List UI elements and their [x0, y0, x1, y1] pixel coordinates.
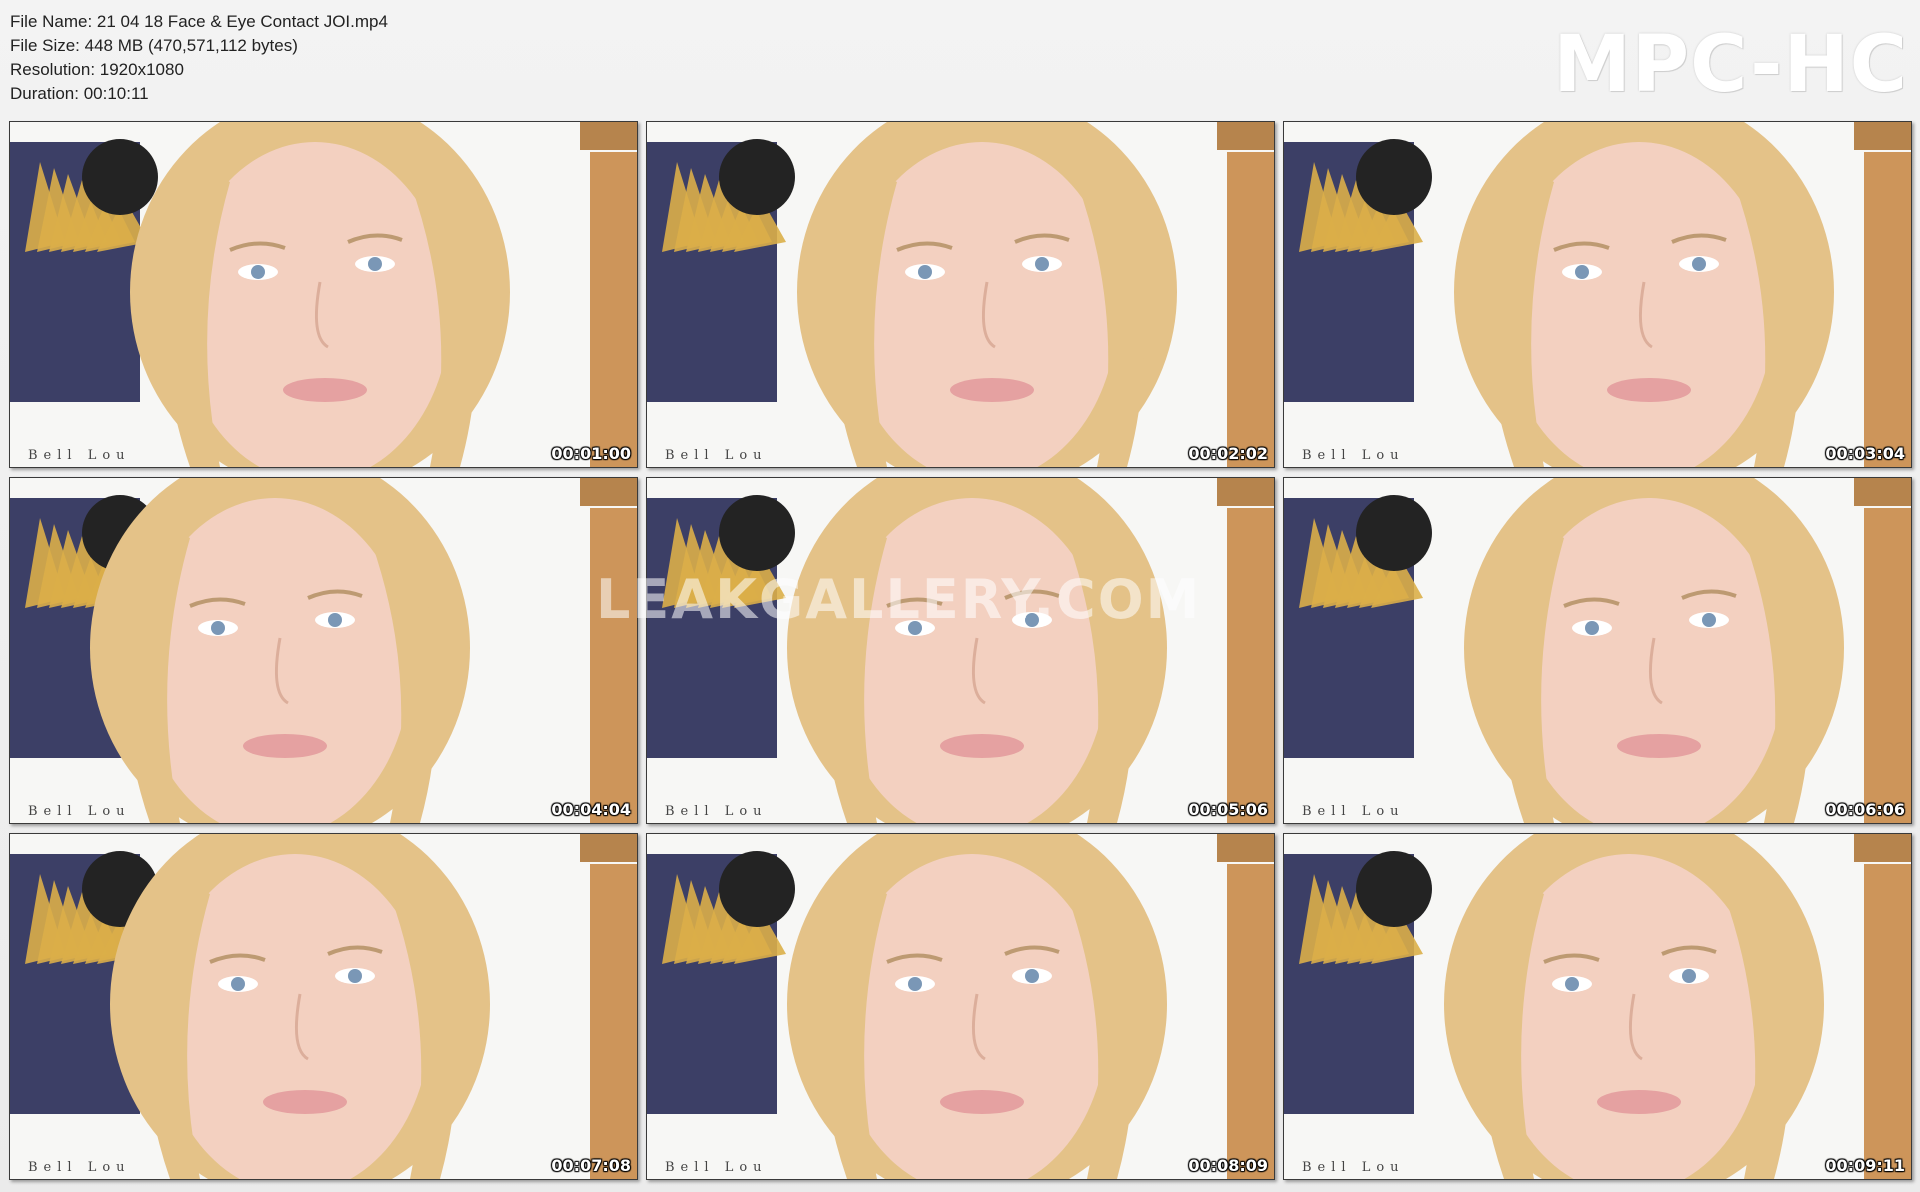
- file-size-line: File Size: 448 MB (470,571,112 bytes): [10, 36, 298, 55]
- brand-watermark: Bell Lou: [1302, 448, 1405, 463]
- thumbnail-7: Bell Lou 00:07:08: [9, 833, 638, 1180]
- thumbnail-6: Bell Lou 00:06:06: [1283, 477, 1912, 824]
- video-frame-image: [1284, 478, 1911, 823]
- timestamp-label: 00:09:11: [1825, 1156, 1905, 1175]
- thumbnail-1: Bell Lou 00:01:00: [9, 121, 638, 468]
- brand-watermark: Bell Lou: [28, 804, 131, 819]
- video-frame-image: [647, 478, 1274, 823]
- thumbnail-2: Bell Lou 00:02:02: [646, 121, 1275, 468]
- thumbnail-8: Bell Lou 00:08:09: [646, 833, 1275, 1180]
- file-name-line: File Name: 21 04 18 Face & Eye Contact J…: [10, 12, 388, 31]
- file-info-panel: File Name: 21 04 18 Face & Eye Contact J…: [10, 10, 388, 106]
- timestamp-label: 00:06:06: [1825, 800, 1905, 819]
- video-frame-image: [10, 834, 637, 1179]
- thumbnail-9: Bell Lou 00:09:11: [1283, 833, 1912, 1180]
- video-frame-image: [10, 122, 637, 467]
- brand-watermark: Bell Lou: [1302, 1160, 1405, 1175]
- video-frame-image: [1284, 834, 1911, 1179]
- duration-line: Duration: 00:10:11: [10, 84, 149, 103]
- timestamp-label: 00:02:02: [1188, 444, 1268, 463]
- thumbnail-4: Bell Lou 00:04:04: [9, 477, 638, 824]
- brand-watermark: Bell Lou: [665, 1160, 768, 1175]
- thumbnail-sheet: File Name: 21 04 18 Face & Eye Contact J…: [0, 0, 1920, 1192]
- brand-watermark: Bell Lou: [1302, 804, 1405, 819]
- timestamp-label: 00:08:09: [1188, 1156, 1268, 1175]
- brand-watermark: Bell Lou: [665, 804, 768, 819]
- brand-watermark: Bell Lou: [28, 448, 131, 463]
- timestamp-label: 00:07:08: [551, 1156, 631, 1175]
- timestamp-label: 00:05:06: [1188, 800, 1268, 819]
- mpc-hc-logo: MPC-HC: [1553, 20, 1908, 110]
- timestamp-label: 00:04:04: [551, 800, 631, 819]
- timestamp-label: 00:01:00: [551, 444, 631, 463]
- thumbnail-grid: Bell Lou 00:01:00 Bell Lou 00:02:02 Bell…: [9, 121, 1912, 1180]
- video-frame-image: [10, 478, 637, 823]
- thumbnail-5: Bell Lou 00:05:06: [646, 477, 1275, 824]
- video-frame-image: [1284, 122, 1911, 467]
- brand-watermark: Bell Lou: [28, 1160, 131, 1175]
- video-frame-image: [647, 122, 1274, 467]
- resolution-line: Resolution: 1920x1080: [10, 60, 184, 79]
- thumbnail-3: Bell Lou 00:03:04: [1283, 121, 1912, 468]
- timestamp-label: 00:03:04: [1825, 444, 1905, 463]
- video-frame-image: [647, 834, 1274, 1179]
- brand-watermark: Bell Lou: [665, 448, 768, 463]
